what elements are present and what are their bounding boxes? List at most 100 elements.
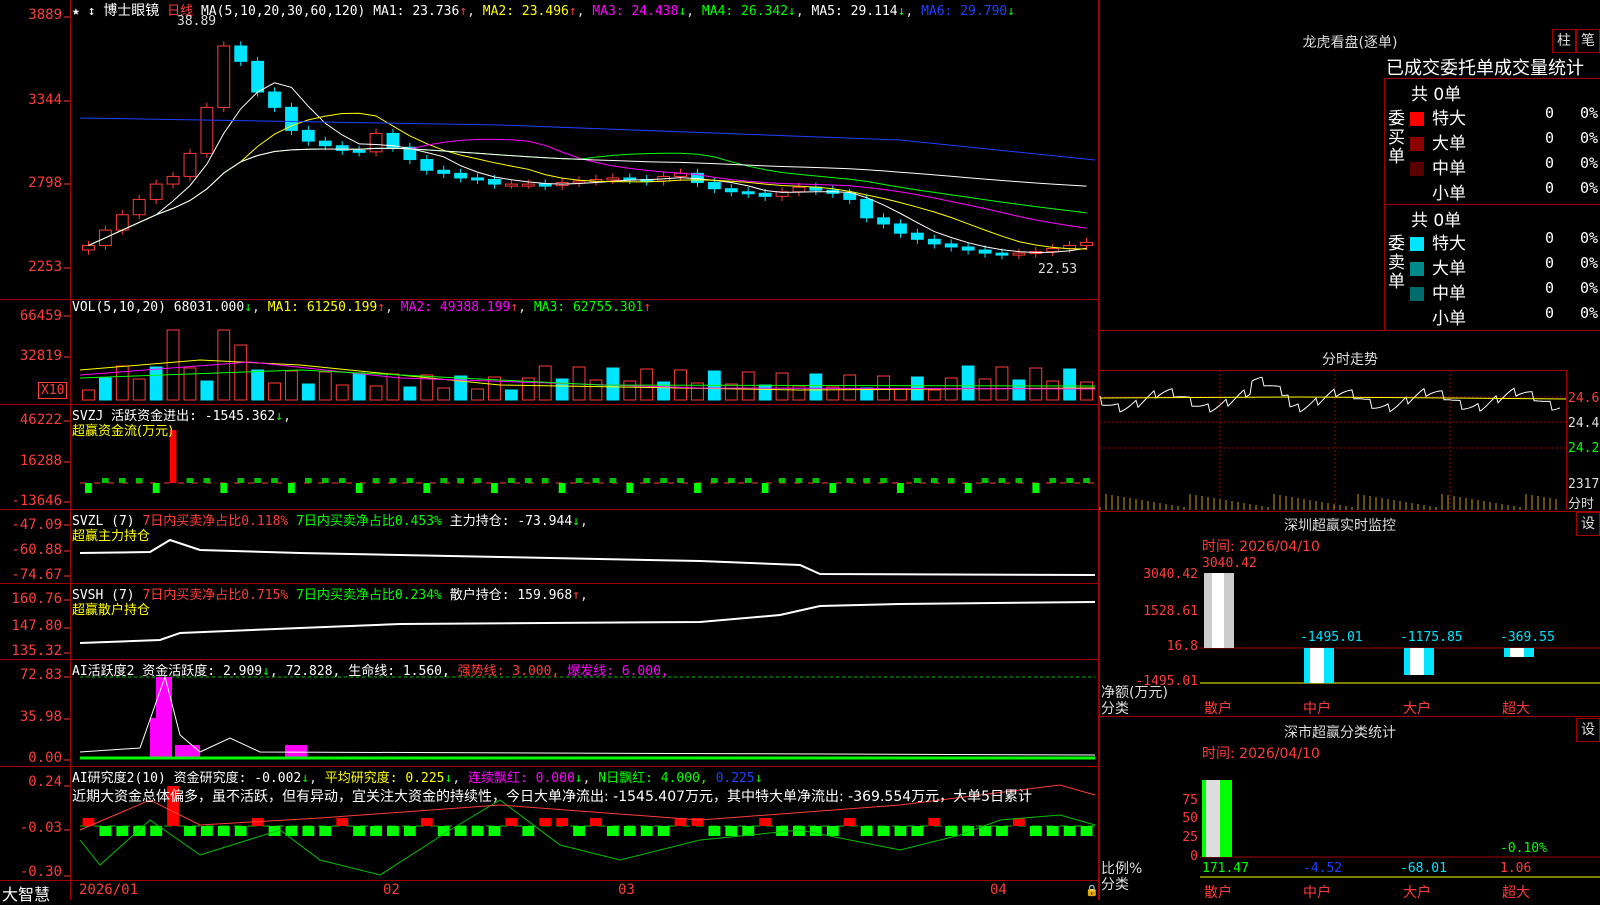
svzj-bar <box>778 478 786 483</box>
ai2-bar <box>556 818 569 826</box>
candlestick-chart[interactable] <box>0 0 1098 900</box>
svzj-bar <box>541 478 549 483</box>
svzj-bar <box>203 478 211 483</box>
svzj-y-label-3: -13646 <box>11 493 62 509</box>
svzj-bar <box>440 478 448 483</box>
monitor-settings-button[interactable]: 设 <box>1576 512 1600 536</box>
volume-bar <box>352 372 366 401</box>
classify-y-1: 75 <box>1182 793 1198 808</box>
volume-bar <box>741 371 755 401</box>
svzj-bar <box>660 478 668 483</box>
volume-bar <box>1063 368 1077 401</box>
svzl-y-label-2: -60.88 <box>11 542 62 558</box>
svzj-bar <box>321 478 329 483</box>
svzj-bar <box>423 483 431 493</box>
buy-order-label: 委买单 <box>1388 109 1405 167</box>
ai2-header: AI研究度2(10) 资金研究度: -0.002↓, 平均研究度: 0.225↓… <box>72 771 763 786</box>
candle-body <box>843 192 857 200</box>
ai2-bar <box>928 818 941 826</box>
svzj-bar <box>389 478 397 483</box>
volume-bar <box>217 329 231 401</box>
ai2-bar <box>488 826 501 836</box>
svzj-bar <box>880 478 887 483</box>
sell-name-0: 特大 <box>1432 234 1466 254</box>
ma6-value: MA6: 29.790 <box>921 4 1008 19</box>
svzj-bar <box>304 478 312 483</box>
volume-bar <box>251 369 265 401</box>
ai2-bar <box>623 826 636 836</box>
volume-bar <box>809 373 823 401</box>
buy-name-2: 中单 <box>1432 159 1466 179</box>
stock-name[interactable]: 博士眼镜 <box>103 3 159 19</box>
monitor-bar-dahu <box>1404 648 1434 675</box>
candle-body <box>1012 252 1026 256</box>
x-label-feb: 02 <box>383 882 400 898</box>
bar-view-button[interactable]: 柱 <box>1552 29 1576 53</box>
longhu-tabs[interactable]: 已成交委托单成交量统计 <box>1386 54 1600 80</box>
monitor-cat-chaoda: 超大 <box>1502 701 1530 717</box>
svzj-bar <box>609 478 617 483</box>
classify-y-3: 25 <box>1182 830 1198 845</box>
svzj-bar <box>288 483 295 493</box>
volume-bar <box>623 380 637 401</box>
fenshi-frame-right <box>1566 370 1567 510</box>
monitor-divider-bottom <box>1100 716 1600 717</box>
ai2-title: AI研究度2(10) 资金研究度: -0.002 <box>72 771 302 786</box>
ai2-bar <box>353 826 366 836</box>
sell-swatch-0 <box>1410 237 1424 251</box>
monitor-val-zhonghu: -1495.01 <box>1300 630 1363 645</box>
classify-settings-button[interactable]: 设 <box>1576 718 1600 742</box>
ai1-bar-peak <box>156 677 172 757</box>
svzj-bar <box>271 478 278 483</box>
volume-bar <box>488 376 501 401</box>
monitor-x-axis-label: 分类 <box>1101 701 1129 717</box>
vol-unit-badge[interactable]: X10 <box>38 382 68 399</box>
candle-body <box>741 191 755 195</box>
candle-body <box>860 198 874 219</box>
fenshi-avg-line <box>1099 396 1567 400</box>
ai2-bar <box>336 818 349 826</box>
volume-bar <box>1080 381 1093 401</box>
ai2-y-label-1: 0.24 <box>28 774 62 790</box>
lock-icon[interactable]: 🔒 <box>1085 884 1099 897</box>
volume-bar <box>200 380 214 401</box>
svzj-bar <box>744 478 752 483</box>
candle-body <box>234 45 248 62</box>
svzj-bar <box>1015 478 1023 483</box>
svzj-bar <box>186 478 194 483</box>
svzj-bar <box>575 478 583 483</box>
ai1-bar <box>285 745 307 757</box>
svzj-bar <box>254 478 262 483</box>
svsh-stat2: 7日内买卖净占比0.234% <box>296 588 442 603</box>
svzl-stat1: 7日内买卖净占比0.118% <box>142 514 289 529</box>
ai2-bar <box>133 826 146 836</box>
monitor-val-dahu: -1175.85 <box>1400 630 1463 645</box>
vol-y-label-1: 66459 <box>19 308 62 324</box>
volume-bar <box>98 377 112 401</box>
vol-value: 68031.000 <box>173 300 245 315</box>
svzj-bar <box>812 478 820 483</box>
vol-ma2: MA2: 49388.199 <box>400 300 511 315</box>
svzl-stat3: 主力持仓: -73.944 <box>449 514 573 529</box>
svsh-stat1: 7日内买卖净占比0.715% <box>142 588 289 603</box>
svzj-bar <box>101 478 109 483</box>
buy-name-3: 小单 <box>1432 184 1466 204</box>
collapse-icon[interactable]: ↕ <box>88 4 96 19</box>
svzj-bar <box>152 483 160 493</box>
classify-val-sanhu: 171.47 <box>1202 861 1249 876</box>
buy-val-1: 0 <box>1545 129 1555 147</box>
ai2-bar <box>573 826 585 836</box>
ai1-bar <box>175 745 200 757</box>
volume-bar <box>1029 367 1043 401</box>
svzj-bar <box>558 483 566 493</box>
svzj-bar <box>592 478 600 483</box>
ma5-line <box>88 147 1087 246</box>
candle-body <box>521 183 535 187</box>
ai2-v4: N日飘红: 4.000, <box>598 771 708 786</box>
tick-view-button[interactable]: 笔 <box>1576 29 1600 53</box>
fenshi-price-low: 24.22 <box>1568 441 1600 456</box>
candle-body <box>961 246 975 251</box>
ai2-bar <box>640 826 653 836</box>
volume-bar <box>843 374 857 401</box>
svzj-bar <box>677 478 684 483</box>
